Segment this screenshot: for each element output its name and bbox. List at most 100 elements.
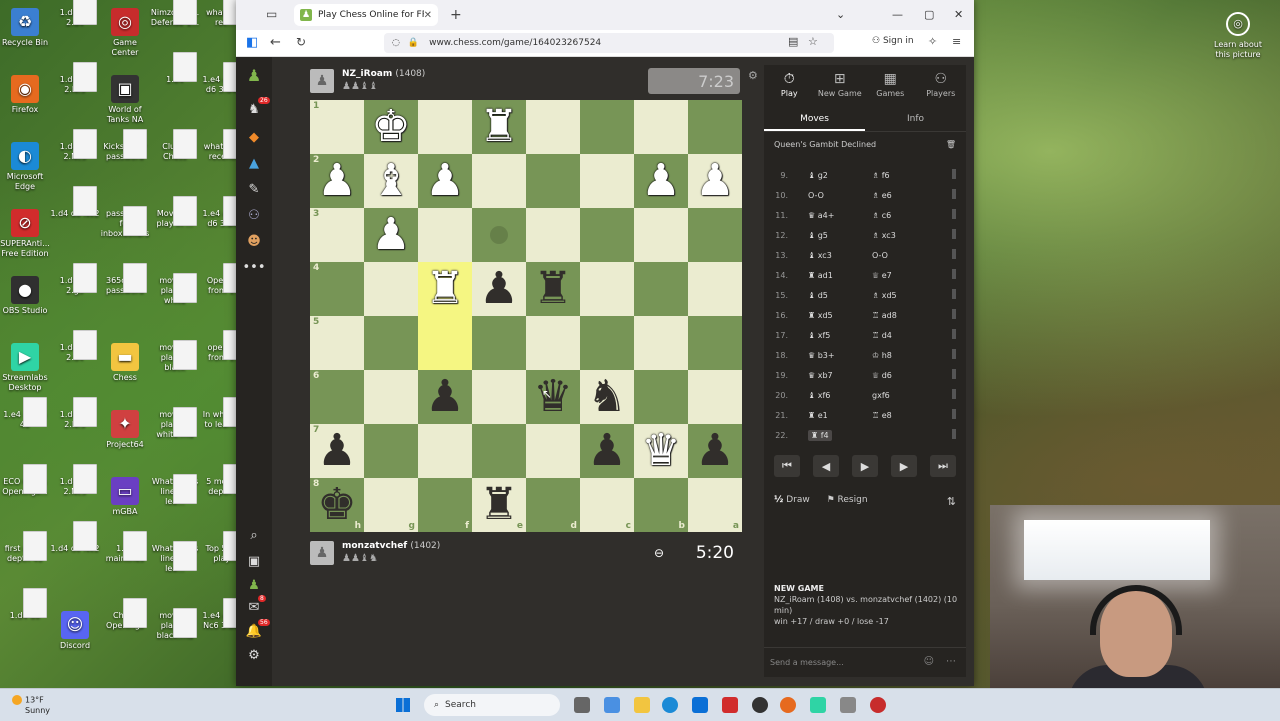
- reload-icon[interactable]: ↻: [296, 35, 306, 49]
- desktop-icon[interactable]: Clutch Chess: [150, 129, 200, 162]
- settings-gear-icon[interactable]: ⚙: [245, 647, 263, 663]
- app-icon[interactable]: [840, 697, 856, 713]
- menu-icon[interactable]: ≡: [952, 35, 961, 48]
- flip-board-icon[interactable]: ⇅: [947, 495, 956, 508]
- board-square[interactable]: [526, 316, 580, 370]
- white-move[interactable]: ♜ e1: [796, 411, 864, 420]
- white-move[interactable]: O-O: [796, 191, 864, 200]
- desktop-icon[interactable]: ◎ Game Center: [100, 8, 150, 58]
- board-square[interactable]: [688, 100, 742, 154]
- next-move-button[interactable]: ▶: [891, 455, 917, 477]
- white-move[interactable]: ♝ d5: [796, 291, 864, 300]
- desktop-icon[interactable]: Chess Openings: [100, 598, 150, 631]
- profile-icon[interactable]: ▣: [245, 553, 263, 569]
- desktop-icon[interactable]: password for inboxdollars: [100, 206, 150, 239]
- emoji-icon[interactable]: ☺: [924, 656, 934, 667]
- chess-logo-icon[interactable]: ♟: [245, 66, 263, 85]
- board-square[interactable]: [526, 424, 580, 478]
- desktop-icon[interactable]: ✦ Project64: [100, 410, 150, 450]
- minimize-icon[interactable]: —: [892, 8, 903, 21]
- tab-list-icon[interactable]: ▭: [266, 7, 277, 21]
- close-tab-icon[interactable]: ✕: [424, 10, 432, 21]
- sidebar-toggle-icon[interactable]: ◧: [246, 35, 258, 50]
- board-square[interactable]: [418, 208, 472, 262]
- panel-subtab[interactable]: Info: [865, 107, 966, 131]
- social-icon[interactable]: ⚇: [245, 207, 263, 223]
- board-square[interactable]: [472, 424, 526, 478]
- app-l-icon[interactable]: [722, 697, 738, 713]
- desktop-icon[interactable]: 1.d4 d6 2.Nc3: [50, 129, 100, 162]
- desktop-icon[interactable]: ▬ Chess: [100, 343, 150, 383]
- board-square[interactable]: [526, 154, 580, 208]
- board-square[interactable]: [364, 316, 418, 370]
- white-rook-icon[interactable]: ♜: [425, 267, 464, 311]
- news-icon[interactable]: ✎: [245, 181, 263, 197]
- address-bar[interactable]: ◌ 🔒 www.chess.com/game/164023267524: [384, 33, 834, 53]
- panel-tab[interactable]: ⏱ Play: [764, 65, 815, 105]
- move-hint-dot[interactable]: [490, 226, 508, 244]
- black-pawn-icon[interactable]: ♟: [425, 375, 464, 419]
- learn-about-picture[interactable]: ◎ Learn about this picture: [1208, 12, 1268, 60]
- board-square[interactable]: ♟: [634, 154, 688, 208]
- board-square[interactable]: ♝: [364, 154, 418, 208]
- board-square[interactable]: [580, 208, 634, 262]
- reader-view-icon[interactable]: ▤: [788, 35, 798, 48]
- board-square[interactable]: [634, 100, 688, 154]
- black-move[interactable]: ♗ c6: [864, 211, 932, 220]
- black-move[interactable]: ♗ xc3: [864, 231, 932, 240]
- desktop-icon[interactable]: 1.d4 d6 Ne2: [50, 186, 100, 219]
- board-square[interactable]: f: [418, 478, 472, 532]
- board-square[interactable]: [526, 100, 580, 154]
- black-move[interactable]: ♔ h8: [864, 351, 932, 360]
- desktop-icon[interactable]: 1.d4 d6: [0, 588, 50, 621]
- board-square[interactable]: ♛: [526, 370, 580, 424]
- watch-icon[interactable]: ▲: [245, 155, 263, 171]
- board-square[interactable]: 6: [310, 370, 364, 424]
- start-button[interactable]: [396, 698, 410, 712]
- desktop-icon[interactable]: moves i play as black: [150, 340, 200, 373]
- task-view-icon[interactable]: [574, 697, 590, 713]
- desktop-icon[interactable]: first move depth 40: [0, 531, 50, 564]
- desktop-icon[interactable]: Moves to play in ...: [150, 196, 200, 229]
- white-move[interactable]: ♝ xf6: [796, 391, 864, 400]
- first-move-button[interactable]: ⏮: [774, 455, 800, 477]
- desktop-icon[interactable]: 1.d4 d6 2.Nf3: [50, 397, 100, 430]
- board-square[interactable]: [364, 262, 418, 316]
- panel-subtab[interactable]: Moves: [764, 107, 865, 131]
- board-square[interactable]: [580, 100, 634, 154]
- desktop-icon[interactable]: 1.e4: [150, 52, 200, 85]
- desktop-icon[interactable]: ♻ Recycle Bin: [0, 8, 50, 48]
- desktop-icon[interactable]: ◉ Firefox: [0, 75, 50, 115]
- game-center-taskbar-icon[interactable]: [870, 697, 886, 713]
- board-square[interactable]: [688, 370, 742, 424]
- board-square[interactable]: b: [634, 478, 688, 532]
- store-icon[interactable]: [692, 697, 708, 713]
- desktop-icon[interactable]: ◐ Microsoft Edge: [0, 142, 50, 192]
- black-move[interactable]: ♗ f6: [864, 171, 932, 180]
- message-input[interactable]: Send a message... ☺ ⋯: [764, 647, 966, 675]
- white-pawn-icon[interactable]: ♟: [425, 159, 464, 203]
- search-icon[interactable]: ⌕: [245, 527, 263, 543]
- board-square[interactable]: ♛: [634, 424, 688, 478]
- top-player-avatar[interactable]: ♟: [310, 69, 334, 93]
- board-square[interactable]: 7 ♟: [310, 424, 364, 478]
- board-square[interactable]: 8 h ♚: [310, 478, 364, 532]
- desktop-icon[interactable]: ▶ Streamlabs Desktop: [0, 343, 50, 393]
- board-square[interactable]: ♟: [688, 424, 742, 478]
- more-icon[interactable]: •••: [243, 259, 266, 275]
- board-square[interactable]: [418, 316, 472, 370]
- white-rook-icon[interactable]: ♜: [479, 105, 518, 149]
- board-square[interactable]: [688, 208, 742, 262]
- black-move[interactable]: O-O: [864, 251, 932, 260]
- resign-button[interactable]: ⚑ Resign: [827, 495, 868, 505]
- board-square[interactable]: [580, 316, 634, 370]
- back-icon[interactable]: ←: [270, 35, 281, 50]
- board-square[interactable]: [418, 424, 472, 478]
- trash-icon[interactable]: 🗑: [946, 140, 956, 149]
- chevron-down-icon[interactable]: ⌄: [836, 8, 845, 21]
- board-square[interactable]: [580, 262, 634, 316]
- black-rook-icon[interactable]: ♜: [479, 483, 518, 527]
- board-square[interactable]: [580, 154, 634, 208]
- black-pawn-icon[interactable]: ♟: [587, 429, 626, 473]
- black-move[interactable]: ♕ e7: [864, 271, 932, 280]
